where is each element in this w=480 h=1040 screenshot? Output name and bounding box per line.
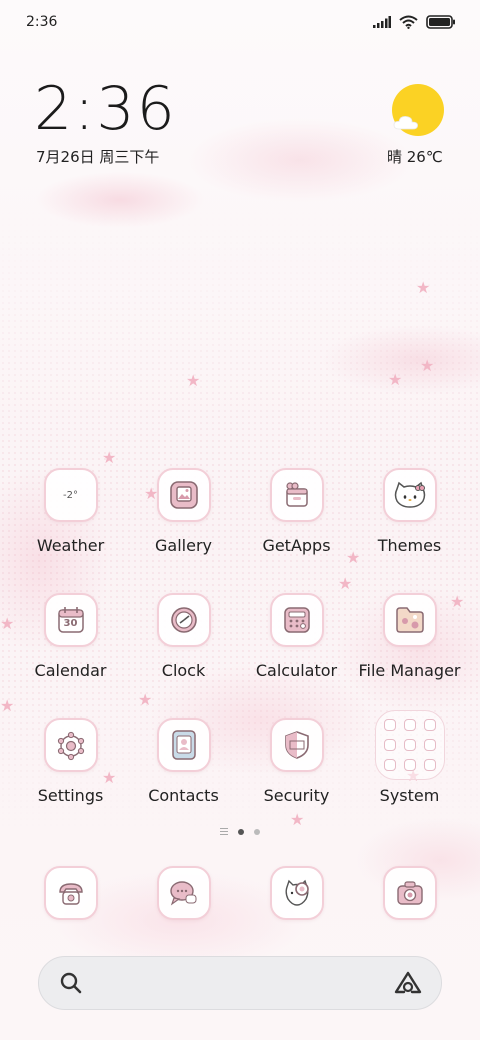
browser-glyph	[285, 879, 309, 906]
contacts-icon[interactable]	[156, 718, 211, 772]
app-label: Settings	[37, 786, 104, 805]
app-label: Calculator	[255, 661, 338, 680]
gallery-icon[interactable]	[156, 468, 211, 522]
status-bar: 2:36	[0, 0, 480, 44]
calculator-icon[interactable]	[269, 593, 324, 647]
app-weather[interactable]: -2° Weather	[14, 468, 127, 568]
app-label: Gallery	[155, 536, 212, 555]
star-decoration: ★	[420, 356, 435, 375]
star-decoration: ★	[0, 696, 15, 715]
themes-icon[interactable]	[382, 468, 437, 522]
app-label: Themes	[377, 536, 442, 555]
star-decoration: ★	[102, 448, 117, 467]
phone-glyph	[59, 883, 83, 905]
security-icon[interactable]	[269, 718, 324, 772]
kitty-glyph	[394, 481, 425, 508]
star-decoration: ★	[388, 370, 403, 389]
browser-icon[interactable]	[270, 866, 324, 920]
folder-glyph	[395, 607, 424, 633]
page-dot-active[interactable]	[238, 828, 244, 835]
app-gallery[interactable]: Gallery	[127, 468, 240, 568]
messages-icon[interactable]	[157, 866, 211, 920]
clock-widget-time[interactable]: 2:36	[34, 74, 177, 144]
app-label: Security	[263, 786, 330, 805]
star-decoration: ★	[0, 614, 15, 633]
app-themes[interactable]: Themes	[353, 468, 466, 568]
mini-app-icon	[383, 759, 396, 771]
app-label: File Manager	[358, 661, 461, 680]
clock-widget-date: 7月26日 周三下午	[36, 148, 160, 166]
weather-condition: 晴 26℃	[387, 148, 443, 166]
weather-icon-temp: -2°	[63, 489, 78, 501]
mini-app-icon	[383, 739, 396, 751]
settings-icon[interactable]	[43, 718, 98, 772]
phone-icon[interactable]	[44, 866, 98, 920]
message-glyph	[170, 881, 197, 906]
app-label: Clock	[161, 661, 206, 680]
status-icons	[373, 15, 456, 29]
calculator-glyph	[283, 607, 310, 633]
calendar-icon-day: 30	[63, 618, 78, 629]
contacts-glyph	[171, 730, 196, 760]
gallery-glyph	[169, 481, 198, 509]
page-list-icon	[220, 828, 228, 835]
app-getapps[interactable]: GetApps	[240, 468, 353, 568]
wifi-icon	[399, 15, 418, 29]
battery-icon	[426, 15, 455, 29]
signal-icon	[373, 16, 391, 28]
mini-app-icon	[403, 719, 416, 731]
camera-glyph	[397, 881, 423, 905]
app-label: Weather	[36, 536, 105, 555]
app-calculator[interactable]: Calculator	[240, 593, 353, 693]
getapps-glyph	[285, 482, 308, 507]
app-label: System	[379, 786, 440, 805]
page-indicator[interactable]	[0, 828, 480, 835]
mini-app-icon	[383, 719, 396, 731]
app-file-manager[interactable]: File Manager	[353, 593, 466, 693]
app-label: GetApps	[262, 536, 331, 555]
star-decoration: ★	[338, 574, 353, 593]
mini-app-icon	[403, 739, 416, 751]
file-manager-icon[interactable]	[382, 593, 437, 647]
app-security[interactable]: Security	[240, 718, 353, 818]
system-folder-icon[interactable]	[374, 710, 445, 780]
app-label: Contacts	[148, 786, 219, 805]
star-decoration: ★	[416, 278, 431, 297]
cloud-icon	[393, 116, 418, 130]
search-bar[interactable]	[38, 956, 442, 1010]
app-clock[interactable]: Clock	[127, 593, 240, 693]
status-time: 2:36	[26, 14, 58, 30]
search-icon[interactable]	[59, 971, 83, 995]
mini-app-icon	[423, 719, 436, 731]
app-calendar[interactable]: 30 Calendar	[14, 593, 127, 693]
page-dot[interactable]	[254, 828, 260, 835]
star-decoration: ★	[138, 690, 153, 709]
mini-app-icon	[423, 759, 436, 771]
camera-icon[interactable]	[383, 866, 437, 920]
weather-icon[interactable]: -2°	[43, 468, 98, 522]
app-label: Calendar	[34, 661, 107, 680]
mini-app-icon	[403, 759, 416, 771]
app-system-folder[interactable]: System	[353, 710, 466, 810]
shield-glyph	[284, 731, 309, 759]
assistant-icon[interactable]	[393, 970, 423, 996]
app-contacts[interactable]: Contacts	[127, 718, 240, 818]
mini-app-icon	[423, 739, 436, 751]
clock-icon[interactable]	[156, 593, 211, 647]
star-decoration: ★	[186, 371, 201, 390]
clock-glyph	[170, 607, 197, 633]
getapps-icon[interactable]	[269, 468, 324, 522]
gear-glyph	[57, 731, 84, 761]
calendar-icon[interactable]: 30	[43, 593, 98, 647]
app-settings[interactable]: Settings	[14, 718, 127, 818]
